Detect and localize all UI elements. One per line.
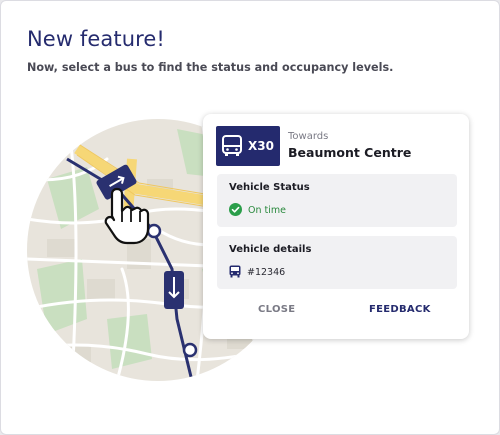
bus-icon: [229, 263, 241, 282]
destination-name: Beaumont Centre: [288, 145, 412, 160]
towards-label: Towards: [288, 131, 329, 142]
vehicle-status-panel: Vehicle Status On time: [217, 174, 457, 227]
vehicle-id: #12346: [247, 267, 286, 278]
feedback-button[interactable]: FEEDBACK: [369, 304, 431, 315]
vehicle-status-title: Vehicle Status: [229, 182, 310, 193]
vehicle-details-panel: Vehicle details #12346: [217, 236, 457, 289]
vehicle-details-title: Vehicle details: [229, 244, 312, 255]
feature-dialog: New feature! Now, select a bus to find t…: [0, 0, 500, 435]
dialog-subtitle: Now, select a bus to find the status and…: [27, 61, 394, 74]
bus-info-card: X30 Towards Beaumont Centre Vehicle Stat…: [203, 114, 469, 339]
route-number: X30: [248, 139, 274, 153]
bus-front-icon: [222, 135, 243, 157]
route-badge: X30: [216, 126, 280, 166]
check-circle-icon: [229, 201, 242, 220]
close-button[interactable]: CLOSE: [258, 304, 295, 315]
dialog-title: New feature!: [27, 27, 165, 51]
status-text: On time: [248, 205, 286, 216]
